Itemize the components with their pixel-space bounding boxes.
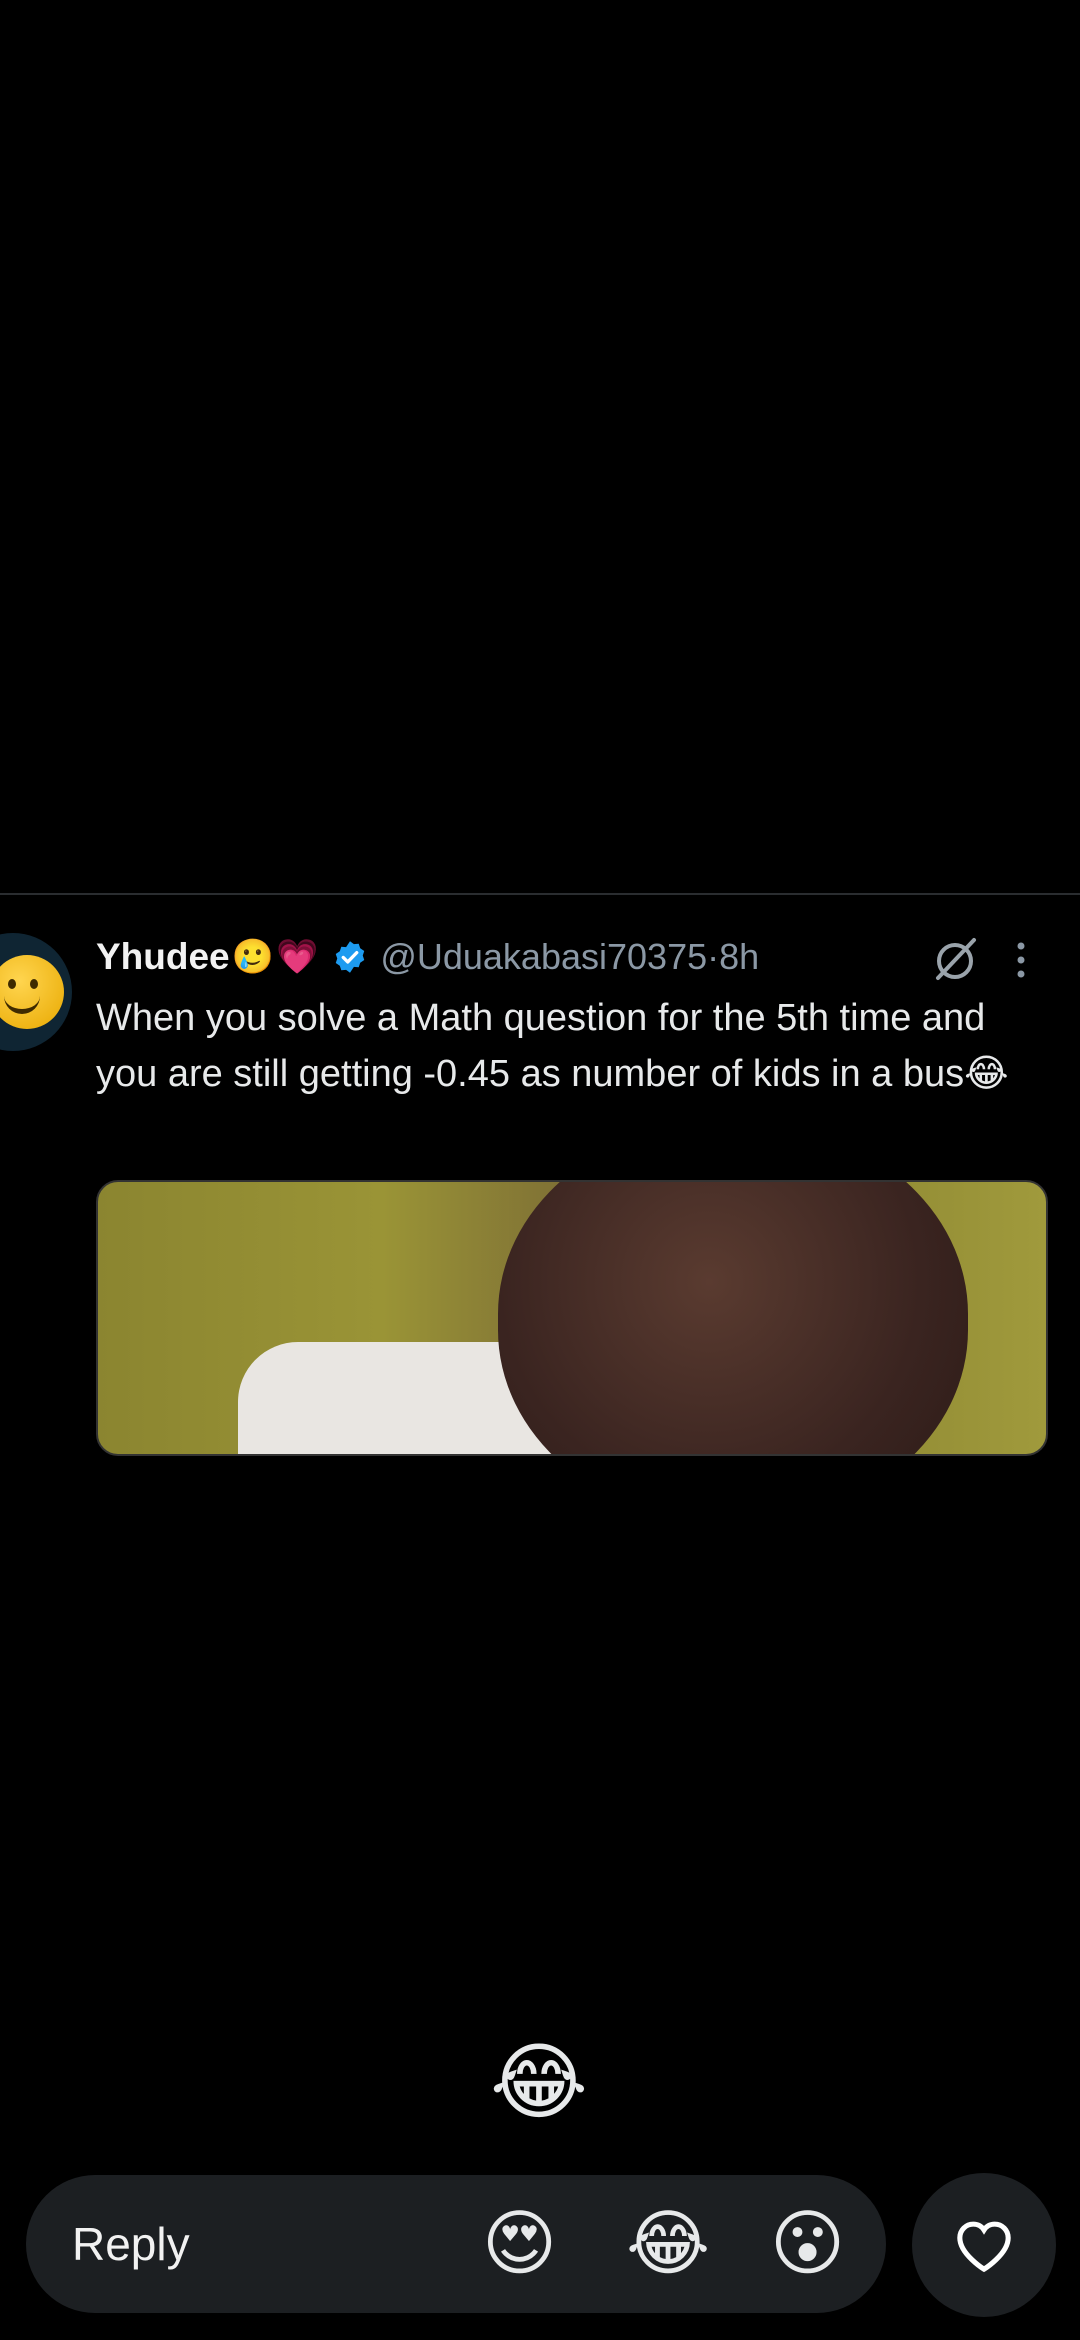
- like-button[interactable]: [912, 2173, 1056, 2317]
- tweet-header: Yhudee 🥲 💗 @Uduakabasi70375 · 8h: [96, 930, 759, 984]
- display-name[interactable]: Yhudee: [96, 936, 230, 978]
- media-face-shape: [498, 1182, 968, 1454]
- grok-icon[interactable]: [930, 934, 980, 984]
- reply-label[interactable]: Reply: [72, 2175, 190, 2313]
- tweet-text: When you solve a Math question for the 5…: [96, 997, 1009, 1095]
- user-handle[interactable]: @Uduakabasi70375: [380, 936, 707, 978]
- name-emoji-2: 💗: [275, 938, 319, 976]
- smiley-avatar-icon: [0, 955, 64, 1029]
- name-emoji-1: 🥲: [231, 938, 274, 976]
- floating-reaction-emoji: 😂: [490, 2035, 589, 2129]
- reply-input-bar[interactable]: Reply 😍 😂 😮: [26, 2175, 886, 2313]
- tweet-media-image[interactable]: [96, 1180, 1048, 1456]
- post-time: 8h: [719, 936, 760, 977]
- verified-badge-icon: [336, 941, 365, 973]
- heart-outline-icon: [957, 2221, 1011, 2273]
- top-divider: [0, 893, 1080, 895]
- more-vertical-icon[interactable]: [1006, 940, 1036, 980]
- reaction-laughing-button[interactable]: 😂: [626, 2202, 710, 2286]
- reaction-surprised-button[interactable]: 😮: [770, 2202, 845, 2286]
- time-separator: ·: [707, 936, 720, 977]
- reaction-heart-eyes-button[interactable]: 😍: [482, 2202, 557, 2286]
- avatar[interactable]: [0, 933, 72, 1051]
